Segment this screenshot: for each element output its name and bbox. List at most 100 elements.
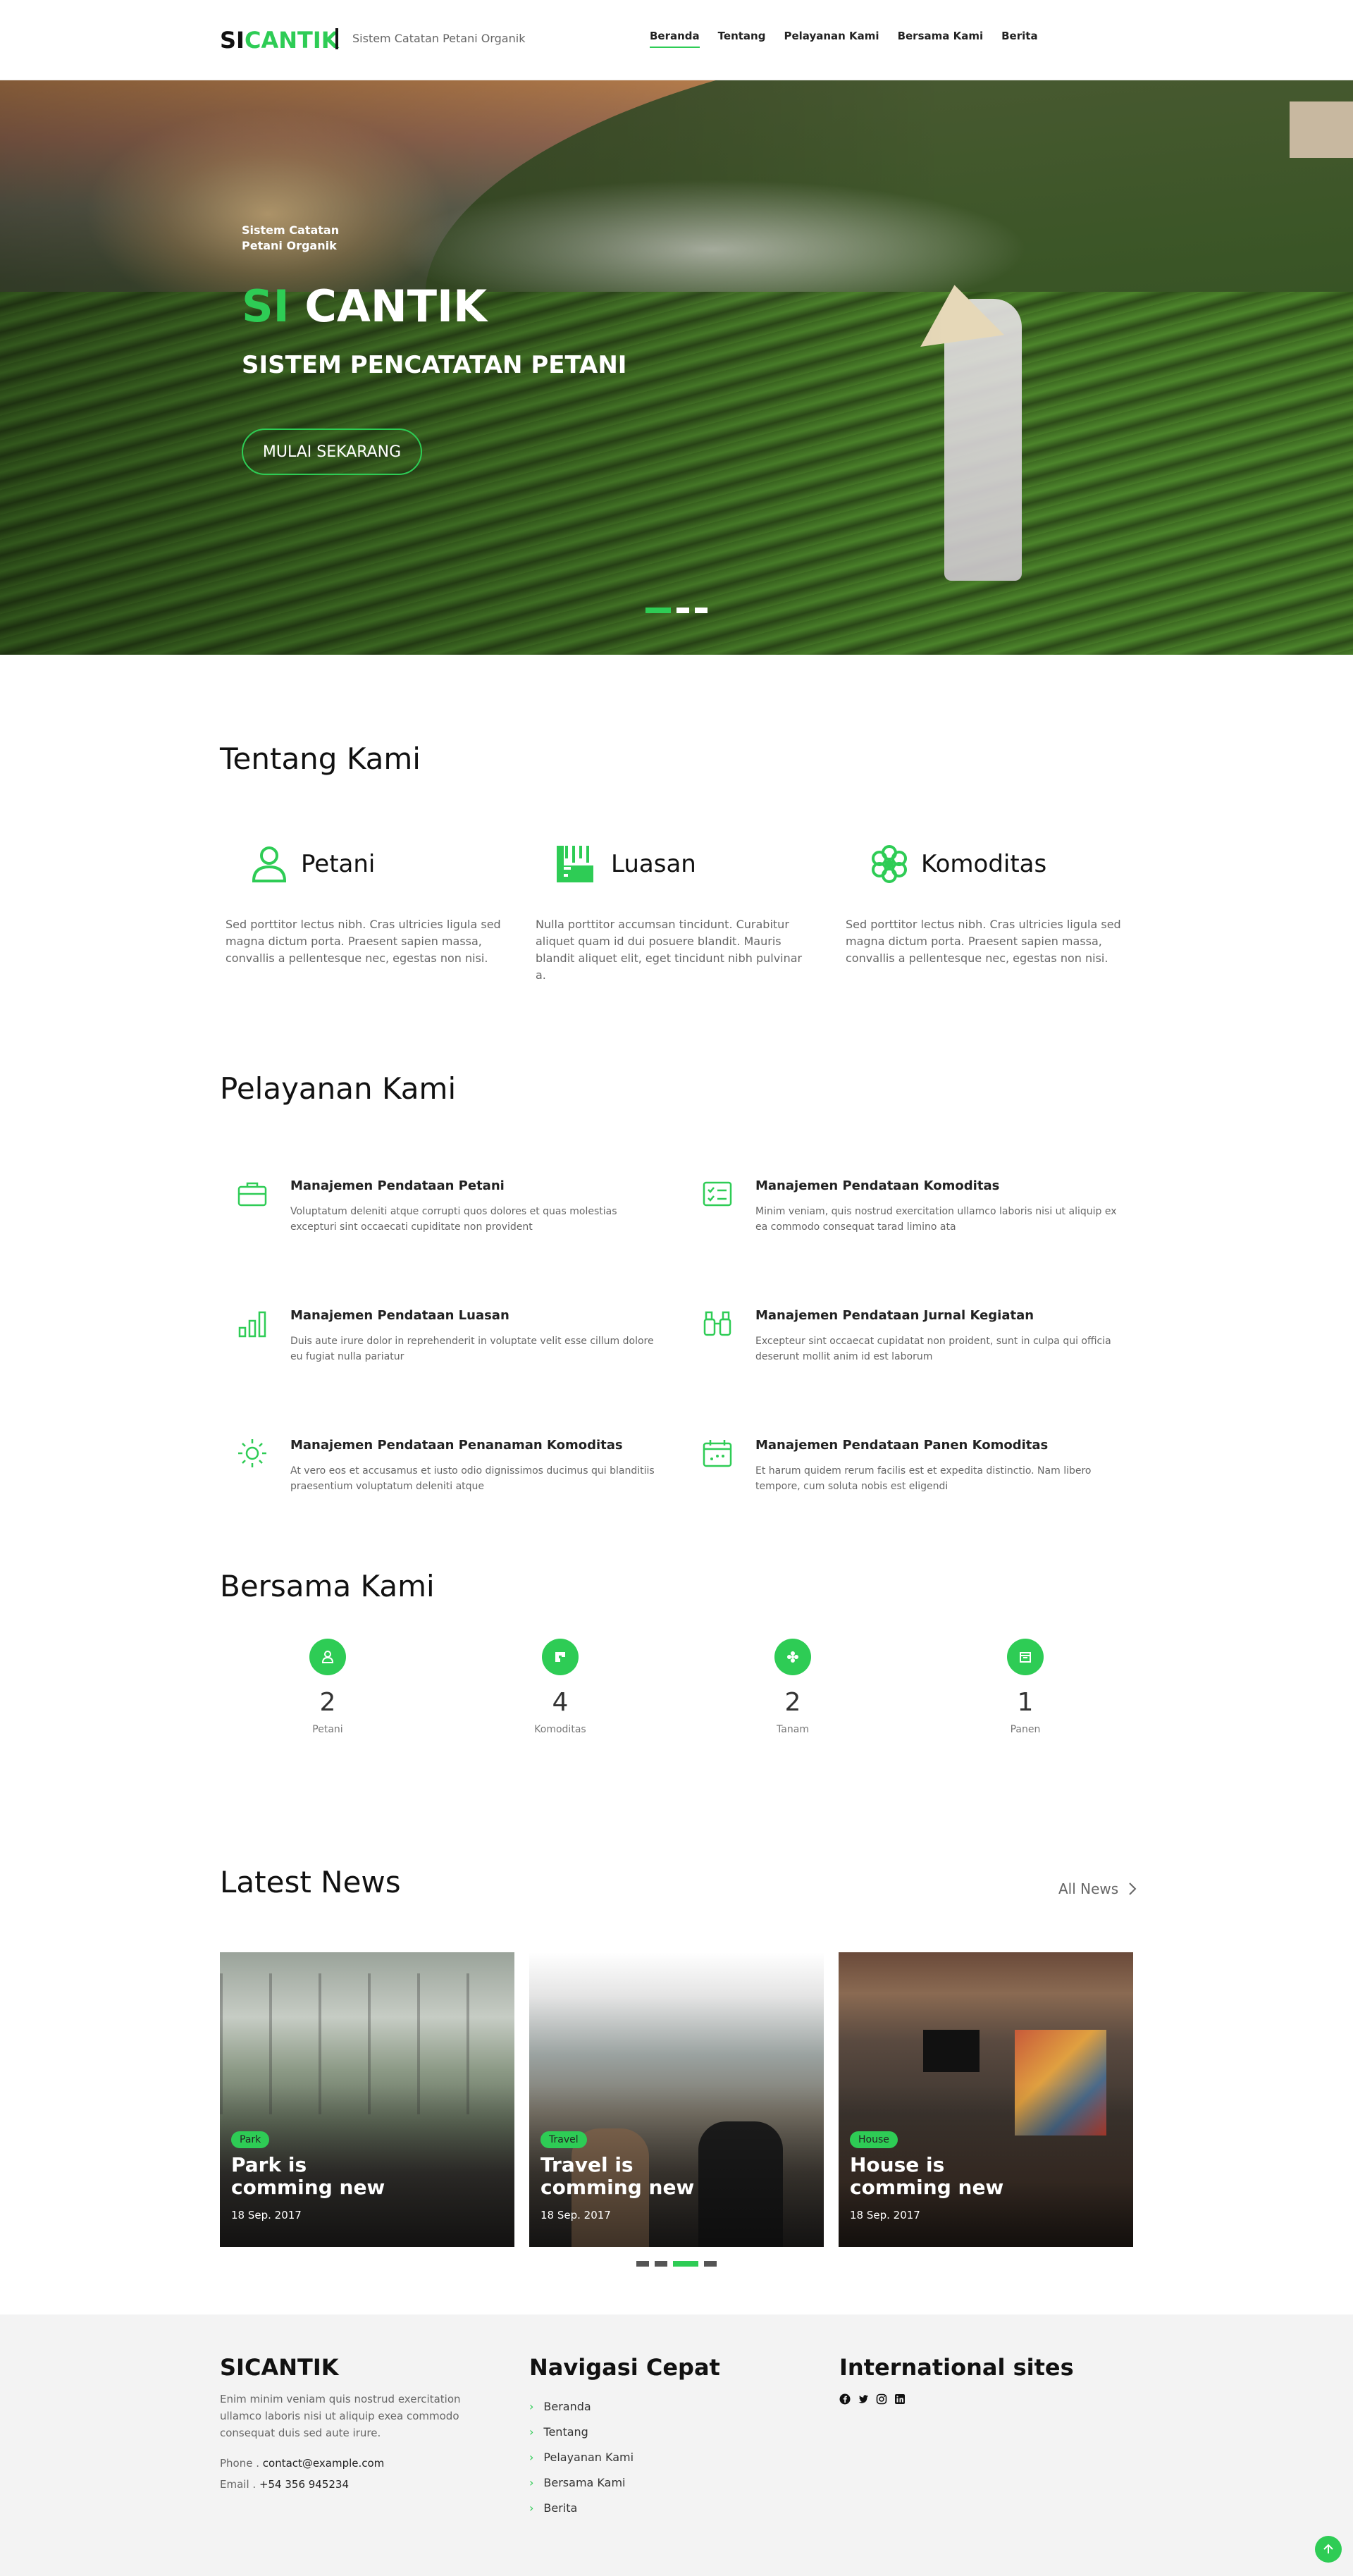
chevron-right-icon: › [529, 2450, 534, 2464]
hero-small-text: Sistem Catatan Petani Organik [242, 223, 340, 252]
footer-nav-item-beranda[interactable]: › Beranda [529, 2393, 720, 2419]
news-title: Latest News [220, 1865, 401, 1899]
about-card-label: Petani [301, 850, 376, 878]
footer-brand: SICANTIK [220, 2354, 339, 2381]
news-page-4[interactable] [704, 2261, 717, 2267]
footer-about-text: Enim minim veniam quis nostrud exercitat… [220, 2393, 461, 2439]
news-page-3[interactable] [673, 2261, 698, 2267]
stat-komoditas: 4 Komoditas [490, 1639, 631, 1735]
bar-chart-icon [238, 1311, 266, 1338]
slide-dot-1[interactable] [645, 608, 671, 613]
box-icon [1007, 1639, 1044, 1675]
flag-icon [542, 1639, 579, 1675]
service-title: Manajemen Pendataan Luasan [290, 1308, 509, 1323]
footer-email: Email . +54 356 945234 [220, 2478, 488, 2491]
news-tag[interactable]: Park [231, 2131, 270, 2148]
stat-value: 2 [319, 1688, 336, 1717]
chevron-right-icon: › [529, 2424, 534, 2439]
footer-nav-item-tentang[interactable]: › Tentang [529, 2419, 720, 2444]
main-nav: Beranda Tentang Pelayanan Kami Bersama K… [650, 30, 1038, 48]
start-button[interactable]: MULAI SEKARANG [242, 429, 422, 475]
about-card-desc: Sed porttitor lectus nibh. Cras ultricie… [846, 918, 1121, 965]
slide-dot-3[interactable] [695, 608, 708, 613]
news-card-house[interactable]: House House is comming new 18 Sep. 2017 [839, 1952, 1133, 2247]
footer-email-label: Email . [220, 2478, 257, 2491]
news-tag[interactable]: Travel [540, 2131, 587, 2148]
nav-bersama-kami[interactable]: Bersama Kami [898, 30, 984, 48]
service-luasan[interactable]: Manajemen Pendataan Luasan Duis aute iru… [220, 1308, 654, 1393]
service-desc: At vero eos et accusamus et iusto odio d… [290, 1465, 655, 1492]
service-desc: Voluptatum deleniti atque corrupti quos … [290, 1206, 617, 1233]
footer-phone: Phone . contact@example.com [220, 2457, 488, 2470]
services-title: Pelayanan Kami [220, 1071, 457, 1106]
news-card-park[interactable]: Park Park is comming new 18 Sep. 2017 [220, 1952, 514, 2247]
stat-value: 4 [552, 1688, 569, 1717]
nav-beranda[interactable]: Beranda [650, 30, 700, 48]
linkedin-icon[interactable] [894, 2393, 906, 2405]
hero-slider [0, 80, 1353, 655]
stat-label: Petani [312, 1724, 343, 1735]
news-page-2[interactable] [655, 2261, 667, 2267]
footer-email-value[interactable]: +54 356 945234 [259, 2478, 349, 2491]
logo[interactable]: SICANTIK [220, 27, 339, 54]
footer-nav-label: Pelayanan Kami [543, 2450, 634, 2464]
footer-about: SICANTIK Enim minim veniam quis nostrud … [220, 2354, 488, 2491]
back-to-top-button[interactable] [1315, 2536, 1342, 2563]
hero-title-si: SI [242, 281, 290, 332]
twitter-icon[interactable] [858, 2393, 869, 2405]
hero-subtitle: SISTEM PENCATATAN PETANI [242, 351, 627, 379]
instagram-icon[interactable] [876, 2393, 887, 2405]
stat-petani: 2 Petani [257, 1639, 398, 1735]
person-icon [309, 1639, 346, 1675]
footer-nav-item-bersama[interactable]: › Bersama Kami [529, 2470, 720, 2495]
stat-panen: 1 Panen [955, 1639, 1096, 1735]
chevron-right-icon [1129, 1882, 1137, 1895]
service-title: Manajemen Pendataan Penanaman Komoditas [290, 1438, 623, 1453]
social-links [839, 2393, 1074, 2405]
service-title: Manajemen Pendataan Panen Komoditas [755, 1438, 1049, 1453]
news-card-title[interactable]: House is comming new [850, 2154, 1033, 2199]
about-card-label: Luasan [611, 850, 696, 878]
stat-value: 1 [1017, 1688, 1034, 1717]
news-card-title[interactable]: Travel is comming new [540, 2154, 724, 2199]
stat-label: Panen [1010, 1724, 1041, 1735]
briefcase-icon [237, 1182, 267, 1207]
service-petani[interactable]: Manajemen Pendataan Petani Voluptatum de… [220, 1178, 643, 1263]
footer-nav-item-berita[interactable]: › Berita [529, 2495, 720, 2520]
service-desc: Duis aute irure dolor in reprehenderit i… [290, 1336, 654, 1362]
checklist-icon [703, 1181, 732, 1207]
news-tag[interactable]: House [850, 2131, 898, 2148]
service-title: Manajemen Pendataan Komoditas [755, 1178, 1000, 1193]
service-jurnal[interactable]: Manajemen Pendataan Jurnal Kegiatan Exce… [685, 1308, 1111, 1393]
hero-title: SI CANTIK [242, 281, 487, 332]
slide-dot-2[interactable] [676, 608, 689, 613]
all-news-label: All News [1058, 1880, 1119, 1897]
footer-phone-value[interactable]: contact@example.com [263, 2457, 385, 2470]
service-penanaman[interactable]: Manajemen Pendataan Penanaman Komoditas … [220, 1438, 655, 1522]
about-card-label: Komoditas [921, 850, 1047, 878]
footer-nav-label: Tentang [543, 2424, 588, 2439]
news-card-travel[interactable]: Travel Travel is comming new 18 Sep. 201… [529, 1952, 824, 2247]
service-title: Manajemen Pendataan Jurnal Kegiatan [755, 1308, 1034, 1323]
footer-international: International sites [839, 2354, 1074, 2405]
news-card-date: 18 Sep. 2017 [850, 2209, 920, 2221]
nav-pelayanan-kami[interactable]: Pelayanan Kami [784, 30, 879, 48]
service-desc: Minim veniam, quis nostrud exercitation … [755, 1206, 1117, 1233]
nav-tentang[interactable]: Tentang [718, 30, 766, 48]
news-card-title[interactable]: Park is comming new [231, 2154, 414, 2199]
service-panen[interactable]: Manajemen Pendataan Panen Komoditas Et h… [685, 1438, 1108, 1522]
sun-icon [238, 1439, 266, 1467]
nav-berita[interactable]: Berita [1001, 30, 1037, 48]
footer-nav-item-pelayanan[interactable]: › Pelayanan Kami [529, 2444, 720, 2470]
service-komoditas[interactable]: Manajemen Pendataan Komoditas Minim veni… [685, 1178, 1116, 1263]
all-news-link[interactable]: All News [1058, 1880, 1137, 1897]
service-desc: Et harum quidem rerum facilis est et exp… [755, 1465, 1092, 1492]
stat-value: 2 [784, 1688, 801, 1717]
logo-si: SI [220, 27, 245, 54]
about-card-desc: Nulla porttitor accumsan tincidunt. Cura… [536, 918, 803, 982]
news-page-1[interactable] [636, 2261, 649, 2267]
ruler-icon [557, 846, 593, 882]
stats-title: Bersama Kami [220, 1569, 435, 1603]
footer-intl-title: International sites [839, 2354, 1074, 2381]
facebook-icon[interactable] [839, 2393, 851, 2405]
